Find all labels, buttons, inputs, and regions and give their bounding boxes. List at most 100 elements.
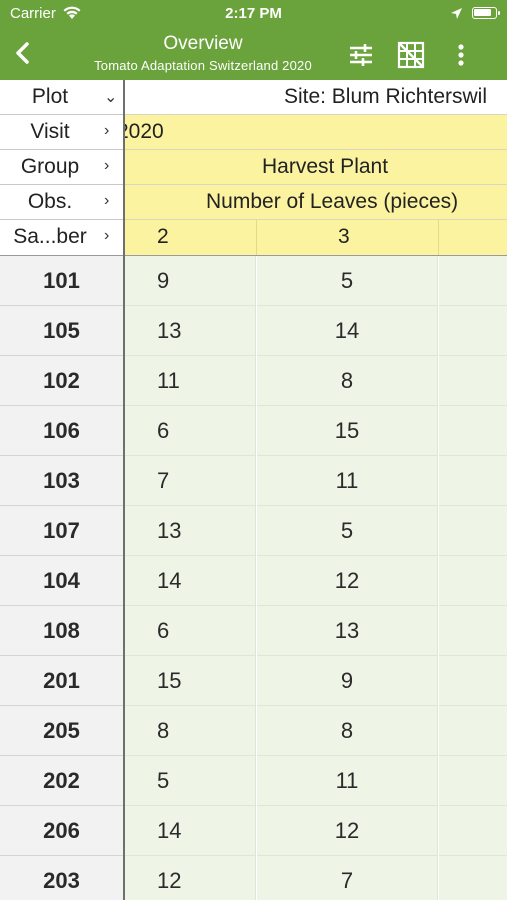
- empty-value-cell[interactable]: [439, 656, 507, 706]
- value-cell[interactable]: 5: [257, 256, 438, 306]
- visit-value: 2020: [125, 120, 164, 143]
- plot-number-cell[interactable]: 102: [0, 356, 123, 406]
- table-row[interactable]: 205 8 8: [0, 706, 507, 756]
- value-cell[interactable]: 6: [125, 606, 256, 656]
- value-cell[interactable]: 11: [257, 756, 438, 806]
- plot-number-cell[interactable]: 108: [0, 606, 123, 656]
- table-row[interactable]: 202 5 11: [0, 756, 507, 806]
- column-divider: [438, 220, 439, 255]
- plot-number-cell[interactable]: 107: [0, 506, 123, 556]
- back-chevron-icon[interactable]: [8, 38, 38, 68]
- empty-value-cell[interactable]: [439, 556, 507, 606]
- chevron-right-icon: ›: [104, 157, 110, 174]
- plot-number-cell[interactable]: 104: [0, 556, 123, 606]
- sample-number-cell: 2 3: [125, 220, 507, 256]
- empty-value-cell[interactable]: [439, 606, 507, 656]
- value-cell[interactable]: 8: [257, 356, 438, 406]
- value-cell[interactable]: 15: [125, 656, 256, 706]
- value-cell[interactable]: 15: [257, 406, 438, 456]
- battery-icon: [472, 7, 500, 19]
- table-row[interactable]: 206 14 12: [0, 806, 507, 856]
- visit-cell: 2020: [125, 115, 507, 150]
- value-cell[interactable]: 6: [125, 406, 256, 456]
- plot-number-cell[interactable]: 105: [0, 306, 123, 356]
- group-value: Harvest Plant: [262, 155, 389, 178]
- table-row[interactable]: 106 6 15: [0, 406, 507, 456]
- plot-label: Plot: [31, 85, 69, 108]
- value-cell[interactable]: 14: [257, 306, 438, 356]
- value-cell[interactable]: 9: [125, 256, 256, 306]
- plot-number-cell[interactable]: 201: [0, 656, 123, 706]
- empty-value-cell[interactable]: [439, 356, 507, 406]
- table-row[interactable]: 107 13 5: [0, 506, 507, 556]
- visit-dimension-selector[interactable]: Visit ›: [0, 115, 123, 150]
- navigation-bar: Overview Tomato Adaptation Switzerland 2…: [0, 28, 507, 80]
- frozen-column-divider: [123, 80, 125, 900]
- clock: 2:17 PM: [225, 5, 282, 22]
- value-cell[interactable]: 14: [125, 806, 256, 856]
- empty-value-cell[interactable]: [439, 756, 507, 806]
- filter-sliders-icon[interactable]: [346, 40, 376, 70]
- value-cell[interactable]: 7: [257, 856, 438, 900]
- table-row[interactable]: 108 6 13: [0, 606, 507, 656]
- sample-col-1: 2: [157, 225, 169, 248]
- observation-dimension-selector[interactable]: Obs. ›: [0, 185, 123, 220]
- chevron-right-icon: ›: [104, 192, 110, 209]
- value-cell[interactable]: 5: [257, 506, 438, 556]
- value-cell[interactable]: 13: [125, 306, 256, 356]
- table-row[interactable]: 201 15 9: [0, 656, 507, 706]
- value-cell[interactable]: 14: [125, 556, 256, 606]
- table-row[interactable]: 103 7 11: [0, 456, 507, 506]
- sample-label: Sa...ber: [13, 225, 87, 248]
- chevron-right-icon: ›: [104, 122, 110, 139]
- empty-value-cell[interactable]: [439, 306, 507, 356]
- group-cell: Harvest Plant: [125, 150, 507, 185]
- site-value: Site: Blum Richterswil: [283, 85, 487, 108]
- table-row[interactable]: 104 14 12: [0, 556, 507, 606]
- value-cell[interactable]: 11: [257, 456, 438, 506]
- empty-value-cell[interactable]: [439, 506, 507, 556]
- plot-number-cell[interactable]: 101: [0, 256, 123, 306]
- empty-value-cell[interactable]: [439, 406, 507, 456]
- table-header: Plot ⌄ Site: Blum Richterswil Visit › 20…: [0, 80, 507, 256]
- table-row[interactable]: 101 9 5: [0, 256, 507, 306]
- value-cell[interactable]: 5: [125, 756, 256, 806]
- empty-value-cell[interactable]: [439, 856, 507, 900]
- empty-value-cell[interactable]: [439, 256, 507, 306]
- empty-value-cell[interactable]: [439, 706, 507, 756]
- value-cell[interactable]: 12: [257, 556, 438, 606]
- plot-number-cell[interactable]: 203: [0, 856, 123, 900]
- value-cell[interactable]: 11: [125, 356, 256, 406]
- plot-number-cell[interactable]: 106: [0, 406, 123, 456]
- location-arrow-icon: [451, 8, 462, 19]
- value-cell[interactable]: 12: [257, 806, 438, 856]
- plot-number-cell[interactable]: 206: [0, 806, 123, 856]
- value-cell[interactable]: 13: [257, 606, 438, 656]
- value-cell[interactable]: 9: [257, 656, 438, 706]
- visit-label: Visit: [30, 120, 70, 143]
- chevron-right-icon: ›: [104, 227, 110, 244]
- empty-value-cell[interactable]: [439, 456, 507, 506]
- value-cell[interactable]: 12: [125, 856, 256, 900]
- value-cell[interactable]: 13: [125, 506, 256, 556]
- value-cell[interactable]: 7: [125, 456, 256, 506]
- plot-number-cell[interactable]: 205: [0, 706, 123, 756]
- more-vertical-icon[interactable]: [446, 40, 476, 70]
- status-bar: Carrier 2:17 PM: [0, 0, 507, 28]
- empty-value-cell[interactable]: [439, 806, 507, 856]
- value-cell[interactable]: 8: [125, 706, 256, 756]
- sample-dimension-selector[interactable]: Sa...ber ›: [0, 220, 123, 256]
- plot-dimension-selector[interactable]: Plot ⌄: [0, 80, 123, 115]
- observation-value: Number of Leaves (pieces): [206, 190, 459, 213]
- table-row[interactable]: 102 11 8: [0, 356, 507, 406]
- group-dimension-selector[interactable]: Group ›: [0, 150, 123, 185]
- table-row[interactable]: 105 13 14: [0, 306, 507, 356]
- site-cell: Site: Blum Richterswil: [125, 80, 507, 115]
- sample-col-2: 3: [338, 225, 350, 248]
- plot-number-cell[interactable]: 103: [0, 456, 123, 506]
- value-cell[interactable]: 8: [257, 706, 438, 756]
- plot-number-cell[interactable]: 202: [0, 756, 123, 806]
- table-row[interactable]: 203 12 7: [0, 856, 507, 900]
- grid-toggle-icon[interactable]: [396, 40, 426, 70]
- page-title: Overview: [163, 33, 243, 54]
